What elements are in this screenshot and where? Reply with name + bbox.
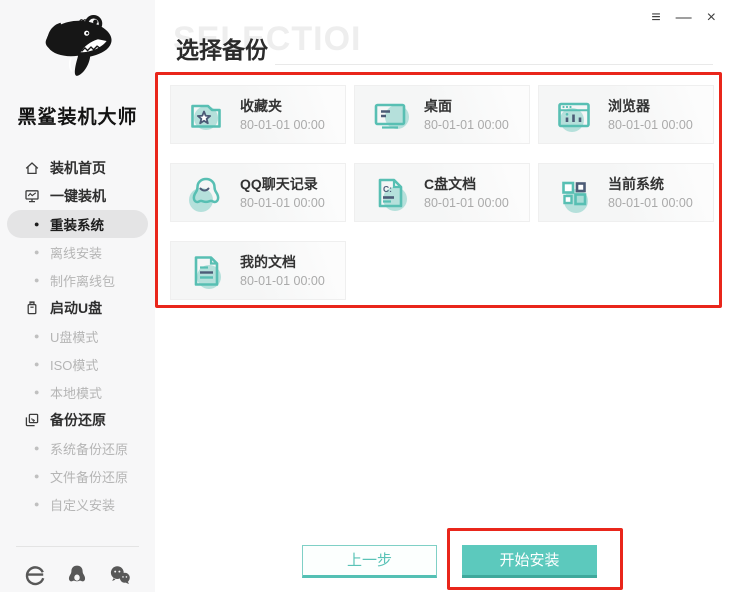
backup-card-my-documents[interactable]: 我的文档 80-01-01 00:00 xyxy=(170,241,346,300)
sidebar-item-boot-usb[interactable]: 启动U盘 xyxy=(0,294,155,322)
backup-card-current-system[interactable]: 当前系统 80-01-01 00:00 xyxy=(538,163,714,222)
sidebar-item-label: 本地模式 xyxy=(50,385,103,401)
backup-card-title: C盘文档 xyxy=(424,175,477,192)
previous-step-button[interactable]: 上一步 xyxy=(302,545,437,578)
sidebar-footer xyxy=(0,563,155,587)
sidebar-item-home[interactable]: 装机首页 xyxy=(0,154,155,182)
window-minimize-icon[interactable]: — xyxy=(676,8,692,28)
sidebar-item-offline-install[interactable]: ● 离线安装 xyxy=(0,238,155,266)
backup-card-title: 当前系统 xyxy=(608,175,664,192)
sidebar-item-label: 备份还原 xyxy=(50,412,106,428)
window-close-icon[interactable]: × xyxy=(707,8,716,28)
backup-card-c-drive-docs[interactable]: C: C盘文档 80-01-01 00:00 xyxy=(354,163,530,222)
bullet-icon: ● xyxy=(34,471,40,481)
backup-card-title: QQ聊天记录 xyxy=(240,175,318,192)
sidebar-item-usb-mode[interactable]: ● U盘模式 xyxy=(0,322,155,350)
backup-card-date: 80-01-01 00:00 xyxy=(240,273,325,288)
sidebar: 黑鲨装机大师 装机首页 一键装机 ● 重装系统 ● 离线安装 ● 制作离线包 启… xyxy=(0,0,155,592)
page-title: 选择备份 xyxy=(176,37,268,63)
monitor-chart-icon xyxy=(24,188,40,204)
sidebar-item-onekey-install[interactable]: 一键装机 xyxy=(0,182,155,210)
bullet-icon: ● xyxy=(34,247,40,257)
backup-card-date: 80-01-01 00:00 xyxy=(424,117,509,132)
sidebar-footer-divider xyxy=(16,546,139,547)
my-documents-icon xyxy=(184,249,228,293)
c-drive-doc-icon: C: xyxy=(368,171,412,215)
backup-card-title: 浏览器 xyxy=(608,97,650,114)
backup-card-desktop[interactable]: 桌面 80-01-01 00:00 xyxy=(354,85,530,144)
shark-logo-icon xyxy=(45,15,112,76)
bullet-icon: ● xyxy=(34,219,40,229)
current-system-icon xyxy=(552,171,596,215)
brand-name: 黑鲨装机大师 xyxy=(17,107,138,128)
qq-icon[interactable] xyxy=(65,563,89,587)
backup-card-date: 80-01-01 00:00 xyxy=(608,117,693,132)
sidebar-item-label: 自定义安装 xyxy=(50,497,116,513)
sidebar-item-label: 重装系统 xyxy=(50,218,104,233)
sidebar-item-system-backup-restore[interactable]: ● 系统备份还原 xyxy=(0,434,155,462)
backup-card-title: 我的文档 xyxy=(240,253,296,270)
backup-card-qq-chat[interactable]: QQ聊天记录 80-01-01 00:00 xyxy=(170,163,346,222)
home-icon xyxy=(24,160,40,176)
backup-card-date: 80-01-01 00:00 xyxy=(424,195,509,210)
svg-text:C:: C: xyxy=(383,184,392,194)
bullet-icon: ● xyxy=(34,275,40,285)
backup-card-browser[interactable]: 浏览器 80-01-01 00:00 xyxy=(538,85,714,144)
bullet-icon: ● xyxy=(34,443,40,453)
wechat-icon[interactable] xyxy=(108,563,132,587)
backup-card-title: 收藏夹 xyxy=(240,97,282,114)
sidebar-item-label: 系统备份还原 xyxy=(50,441,129,457)
title-divider xyxy=(275,64,713,65)
bullet-icon: ● xyxy=(34,359,40,369)
sidebar-item-label: U盘模式 xyxy=(50,329,99,345)
start-install-button[interactable]: 开始安装 xyxy=(462,545,597,578)
sidebar-item-label: 启动U盘 xyxy=(50,300,103,316)
main-panel: ≡ — × SELECTIOI 选择备份 收藏夹 80-01-01 00:00 xyxy=(155,0,729,592)
qq-chat-icon xyxy=(184,171,228,215)
sidebar-menu: 装机首页 一键装机 ● 重装系统 ● 离线安装 ● 制作离线包 启动U盘 ● U… xyxy=(0,154,155,518)
sidebar-item-label: 离线安装 xyxy=(50,245,103,261)
backup-cards-grid: 收藏夹 80-01-01 00:00 桌面 80-01-01 00:00 浏览器… xyxy=(170,85,714,300)
sidebar-item-label: 文件备份还原 xyxy=(50,469,129,485)
app-window: 黑鲨装机大师 装机首页 一键装机 ● 重装系统 ● 离线安装 ● 制作离线包 启… xyxy=(0,0,729,592)
desktop-icon xyxy=(368,93,412,137)
bullet-icon: ● xyxy=(34,331,40,341)
backup-card-date: 80-01-01 00:00 xyxy=(240,117,325,132)
sidebar-item-local-mode[interactable]: ● 本地模式 xyxy=(0,378,155,406)
backup-card-date: 80-01-01 00:00 xyxy=(608,195,693,210)
browser-icon xyxy=(552,93,596,137)
backup-card-date: 80-01-01 00:00 xyxy=(240,195,325,210)
sidebar-item-label: 装机首页 xyxy=(50,160,106,176)
bullet-icon: ● xyxy=(34,499,40,509)
sidebar-item-label: ISO模式 xyxy=(50,357,99,373)
app-logo: 黑鲨装机大师 xyxy=(0,0,155,129)
sidebar-item-label: 制作离线包 xyxy=(50,273,116,289)
sidebar-item-custom-install[interactable]: ● 自定义安装 xyxy=(0,490,155,518)
window-menu-icon[interactable]: ≡ xyxy=(651,8,660,28)
sidebar-item-iso-mode[interactable]: ● ISO模式 xyxy=(0,350,155,378)
sidebar-item-file-backup-restore[interactable]: ● 文件备份还原 xyxy=(0,462,155,490)
backup-card-title: 桌面 xyxy=(424,97,452,114)
window-controls: ≡ — × xyxy=(651,8,716,28)
backup-restore-icon xyxy=(24,412,40,428)
usb-drive-icon xyxy=(24,300,40,316)
backup-card-favorites[interactable]: 收藏夹 80-01-01 00:00 xyxy=(170,85,346,144)
favorites-folder-icon xyxy=(184,93,228,137)
bullet-icon: ● xyxy=(34,387,40,397)
ie-browser-icon[interactable] xyxy=(23,563,47,587)
sidebar-item-label: 一键装机 xyxy=(50,188,106,204)
sidebar-item-backup-restore[interactable]: 备份还原 xyxy=(0,406,155,434)
sidebar-item-reinstall-system[interactable]: ● 重装系统 xyxy=(7,210,148,238)
sidebar-item-make-offline-pack[interactable]: ● 制作离线包 xyxy=(0,266,155,294)
